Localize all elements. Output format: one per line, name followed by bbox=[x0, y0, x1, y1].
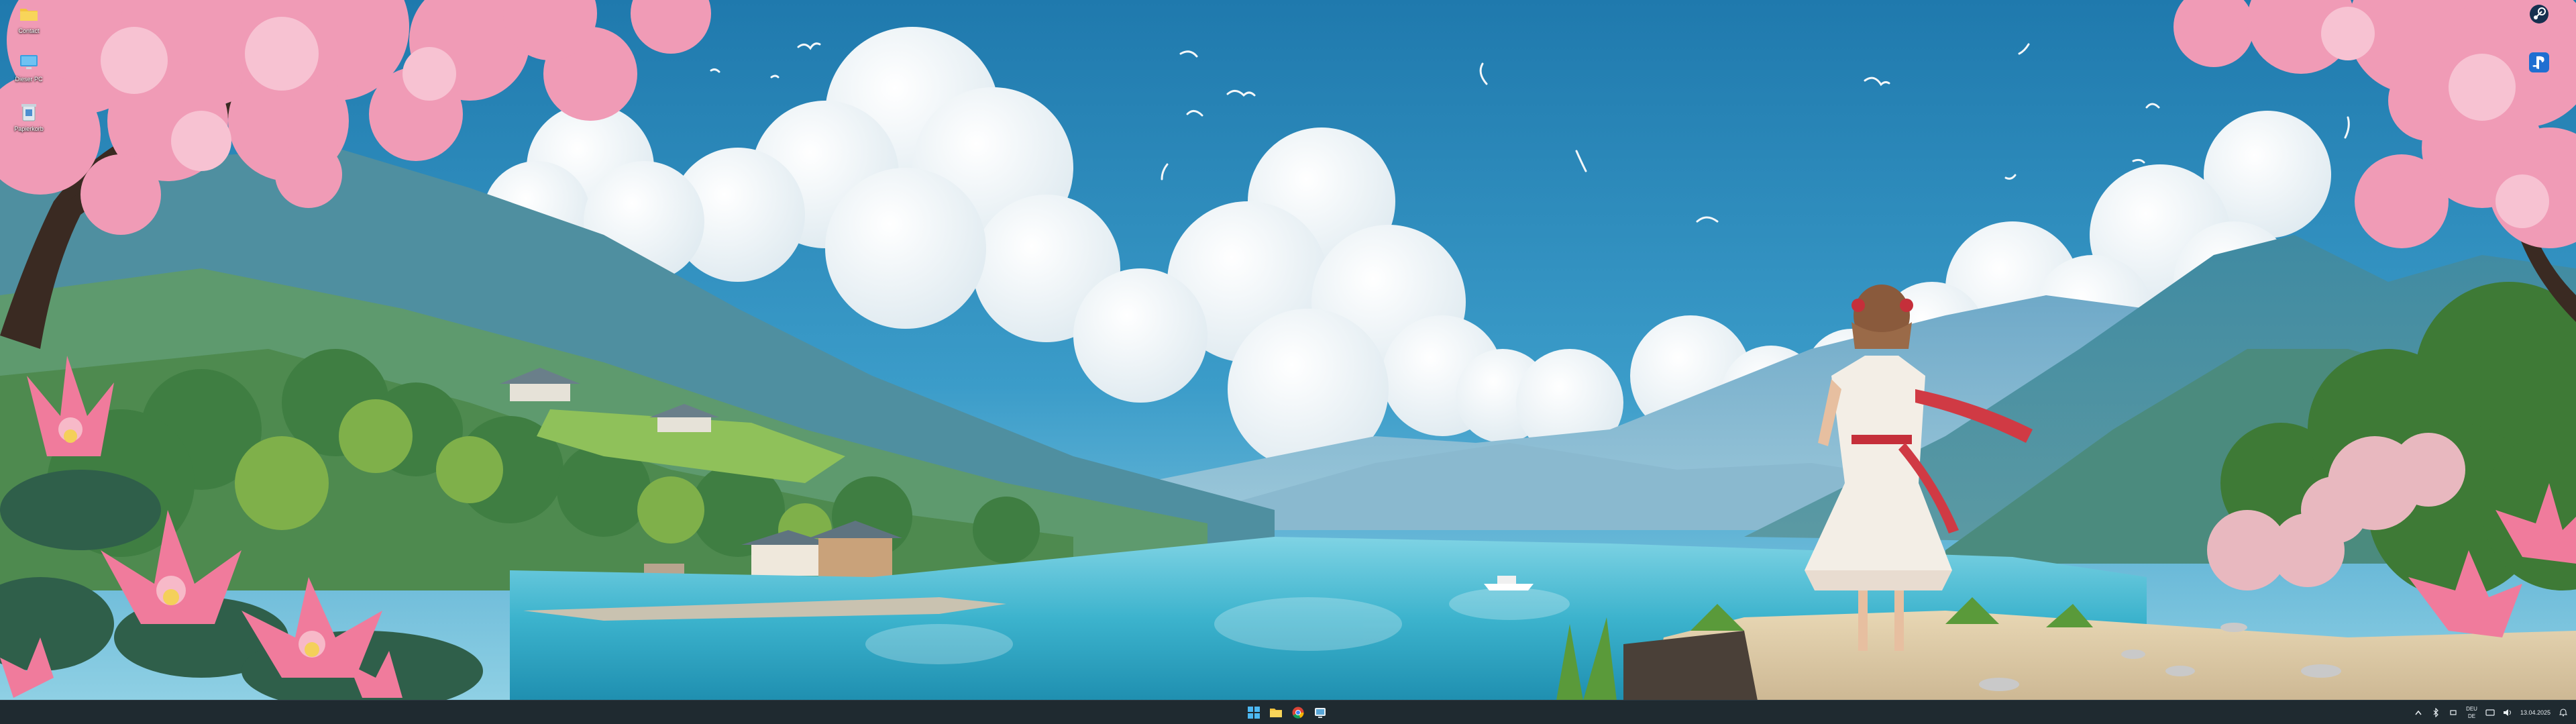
computer-icon bbox=[17, 51, 40, 74]
bluetooth-icon[interactable] bbox=[2431, 707, 2440, 717]
playstation-icon[interactable] bbox=[2528, 51, 2551, 74]
desktop-icon-label: Dieser PC bbox=[15, 76, 43, 83]
steam-icon[interactable] bbox=[2528, 3, 2551, 25]
desktop-wallpaper bbox=[0, 0, 2576, 701]
chrome-icon[interactable] bbox=[1289, 703, 1307, 721]
keyboard-layout: DE bbox=[2467, 713, 2476, 719]
taskbar-pinned-apps bbox=[1244, 703, 1329, 721]
notification-bell-icon[interactable] bbox=[2559, 708, 2568, 717]
usb-icon[interactable] bbox=[2449, 708, 2458, 717]
clock-date: 13.04.2025 bbox=[2520, 709, 2551, 716]
desktop-app-icon[interactable] bbox=[1311, 703, 1329, 721]
clock[interactable]: 13.04.2025 bbox=[2520, 709, 2551, 717]
taskbar: DEU DE 13.04.2025 bbox=[0, 700, 2576, 724]
recycle-bin-icon bbox=[17, 101, 40, 123]
system-tray: DEU DE 13.04.2025 bbox=[2414, 701, 2568, 724]
desktop-icon-this-pc[interactable]: Dieser PC bbox=[8, 51, 50, 83]
folder-icon bbox=[17, 3, 40, 25]
windows-start-icon[interactable] bbox=[1244, 703, 1263, 721]
volume-icon[interactable] bbox=[2503, 708, 2512, 717]
desktop-icon-contact[interactable]: Contact bbox=[8, 3, 50, 35]
file-explorer-icon[interactable] bbox=[1267, 703, 1285, 721]
language-code: DEU bbox=[2466, 705, 2477, 712]
desktop-icon-recycle-bin[interactable]: Papierkorb bbox=[8, 101, 50, 133]
chevron-up-icon[interactable] bbox=[2414, 708, 2423, 717]
network-icon[interactable] bbox=[2485, 708, 2495, 717]
language-indicator[interactable]: DEU DE bbox=[2466, 705, 2477, 720]
desktop-icon-label: Contact bbox=[18, 28, 40, 34]
desktop-icon-label: Papierkorb bbox=[14, 125, 44, 132]
